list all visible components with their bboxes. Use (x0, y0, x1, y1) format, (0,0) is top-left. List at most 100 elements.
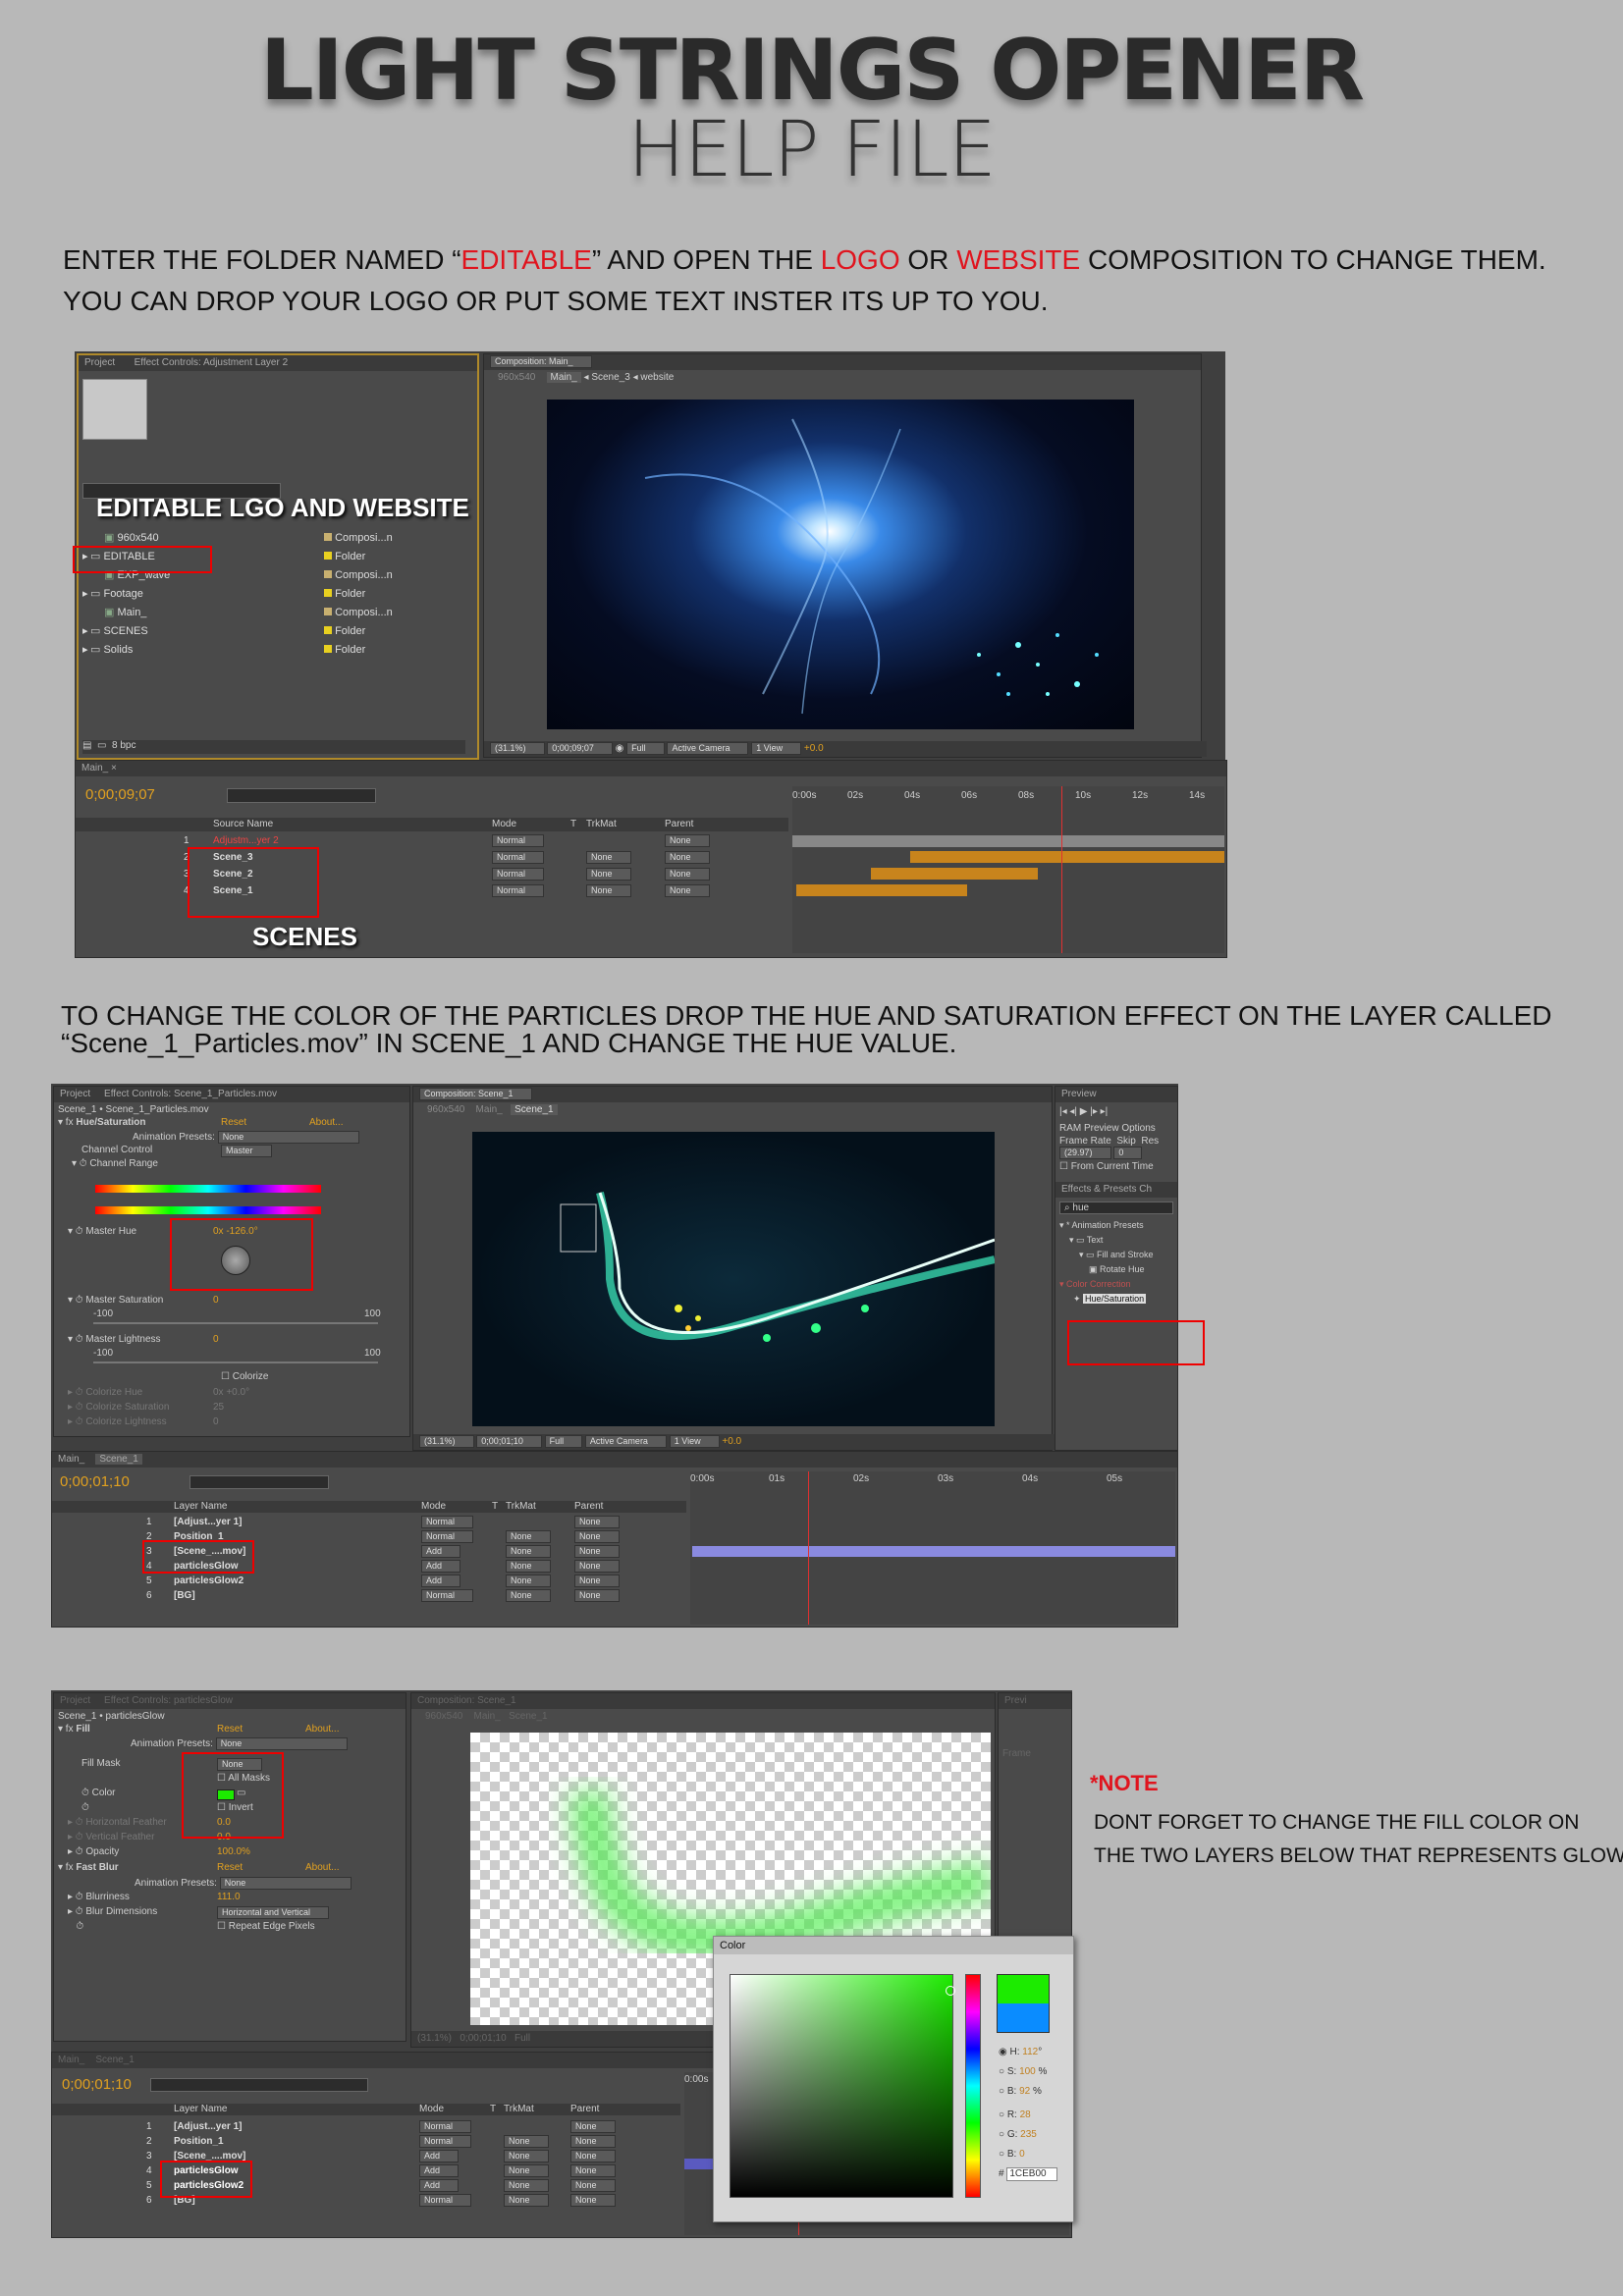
view-layout-dropdown[interactable]: 1 View (669, 1435, 720, 1448)
reset-link[interactable]: Reset (217, 1724, 243, 1735)
light-strings-artwork (644, 418, 1099, 715)
timeline-timecode[interactable]: 0;00;01;10 (62, 2076, 132, 2093)
green-value-row[interactable]: ○ G: 235 (999, 2125, 1057, 2145)
list-item[interactable]: ▣ 960x540 Composi...n (82, 530, 465, 547)
master-saturation-row: ▾ ⏱ Master Saturation 0 (68, 1295, 219, 1306)
tab-effect-controls[interactable]: Effect Controls: Adjustment Layer 2 (135, 357, 289, 368)
timeline-search-input[interactable] (227, 788, 376, 803)
trash-icon[interactable]: ▤ (82, 740, 91, 751)
zoom-dropdown[interactable]: (31.1%) (490, 742, 545, 755)
colorize-checkbox[interactable]: ☐ Colorize (221, 1371, 268, 1382)
zoom-dropdown[interactable]: (31.1%) (417, 2033, 452, 2044)
resolution-dropdown[interactable]: Full (626, 742, 665, 755)
layer-bar[interactable] (871, 868, 1038, 880)
tab-main[interactable]: Main_ (81, 763, 108, 774)
playhead[interactable] (808, 1471, 809, 1625)
layer-bar-selected[interactable] (684, 2159, 714, 2169)
comp-tab-dropdown[interactable]: Composition: Scene_1 (419, 1088, 532, 1100)
red-value-row[interactable]: ○ R: 28 (999, 2106, 1057, 2125)
timeline-tracks[interactable]: 0:00s 01s 02s 03s 04s 05s (690, 1471, 1175, 1625)
timeline-timecode[interactable]: 0;00;09;07 (85, 786, 155, 803)
timeline-panel: Main_ × 0;00;09;07 Source Name Mode T Tr… (75, 760, 1227, 958)
brightness-value-row[interactable]: ○ B: 92 % (999, 2082, 1057, 2102)
effect-breadcrumb: Scene_1 • particlesGlow (58, 1711, 165, 1722)
zoom-dropdown[interactable]: (31.1%) (419, 1435, 474, 1448)
tree-item[interactable]: ▾ * Animation Presets (1059, 1218, 1173, 1233)
camera-dropdown[interactable]: Active Camera (667, 742, 749, 755)
tab-project[interactable]: Project (60, 1089, 90, 1099)
tab-scene-1[interactable]: Scene_1 (95, 2055, 134, 2065)
tree-item-hue-saturation[interactable]: ✦ Hue/Saturation (1059, 1292, 1173, 1307)
comp-tab-dropdown[interactable]: Composition: Scene_1 (417, 1695, 516, 1706)
resolution-dropdown[interactable]: Full (514, 2033, 530, 2044)
saturation-value-row[interactable]: ○ S: 100 % (999, 2062, 1057, 2082)
timeline-search-input[interactable] (150, 2078, 368, 2092)
tab-effects-presets[interactable]: Effects & Presets (1061, 1184, 1137, 1195)
channel-range-bar-top[interactable] (95, 1185, 321, 1193)
list-item[interactable]: ▣ Main_ Composi...n (82, 605, 465, 621)
composition-viewer-image[interactable] (547, 400, 1134, 729)
effect-controls-panel: Project Effect Controls: particlesGlow S… (53, 1692, 406, 2042)
list-item[interactable]: ▸ ▭ Footage Folder (82, 586, 465, 603)
viewer-timecode[interactable]: 0;00;01;10 (460, 2033, 506, 2044)
color-field-cursor[interactable] (946, 1986, 955, 1996)
hex-value-row[interactable]: # 1CEB00 (999, 2164, 1058, 2184)
list-item[interactable]: ▸ ▭ SCENES Folder (82, 623, 465, 640)
camera-icon[interactable]: ◉ (616, 743, 624, 754)
tab-main[interactable]: Main_ (58, 1454, 84, 1465)
blurriness-row: ▸ ⏱ Blurriness 111.0 (68, 1892, 241, 1902)
resolution-dropdown[interactable]: Full (544, 1435, 583, 1448)
repeat-edge-checkbox[interactable]: ☐ Repeat Edge Pixels (217, 1921, 315, 1932)
blue-value-row[interactable]: ○ B: 0 (999, 2145, 1057, 2164)
tab-effect-controls[interactable]: Effect Controls: particlesGlow (104, 1695, 233, 1706)
hue-slider[interactable] (965, 1974, 981, 2198)
hue-value-row[interactable]: ◉ H: 112° (999, 2043, 1057, 2062)
layer-bar-selected[interactable] (692, 1546, 1175, 1557)
folder-icon[interactable]: ▭ (97, 740, 106, 751)
layer-bar[interactable] (796, 884, 967, 896)
timeline-search-input[interactable] (189, 1475, 329, 1489)
about-link[interactable]: About... (305, 1724, 339, 1735)
viewer-timecode[interactable]: 0;00;01;10 (476, 1435, 542, 1448)
about-link[interactable]: About... (309, 1117, 343, 1128)
comp-tab-dropdown[interactable]: Composition: Main_ (490, 355, 592, 368)
tab-effect-controls[interactable]: Effect Controls: Scene_1_Particles.mov (104, 1089, 277, 1099)
tab-preview[interactable]: Preview (1055, 1087, 1177, 1102)
highlight-editable-folder (73, 546, 212, 573)
bpc-label[interactable]: 8 bpc (112, 740, 135, 751)
from-current-time-checkbox[interactable]: ☐ From Current Time (1055, 1159, 1177, 1174)
tab-preview[interactable]: Previ (999, 1693, 1071, 1709)
lightness-slider[interactable] (93, 1362, 378, 1363)
fx-fast-blur-header: ▾ fx Fast Blur Reset About... (58, 1862, 340, 1873)
reset-link[interactable]: Reset (221, 1117, 246, 1128)
viewer-timecode[interactable]: 0;00;09;07 (547, 742, 613, 755)
tab-project[interactable]: Project (84, 357, 115, 368)
exposure-value[interactable]: +0.0 (722, 1436, 741, 1447)
layer-bar[interactable] (910, 851, 1224, 863)
timeline-timecode[interactable]: 0;00;01;10 (60, 1473, 130, 1490)
playhead[interactable] (1061, 786, 1062, 953)
composition-viewer-image[interactable] (472, 1132, 995, 1426)
tab-character[interactable]: Ch (1139, 1184, 1152, 1195)
effects-search-input[interactable]: ⌕ hue (1059, 1201, 1173, 1214)
timeline-tracks[interactable]: 0:00s 02s 04s 06s 08s 10s 12s 14s (792, 786, 1224, 953)
hex-input[interactable]: 1CEB00 (1006, 2167, 1058, 2181)
tree-item[interactable]: ▣ Rotate Hue (1059, 1262, 1173, 1277)
exposure-value[interactable]: +0.0 (804, 743, 824, 754)
layer-bar[interactable] (792, 835, 1224, 847)
overlay-label-scenes: SCENES (252, 922, 357, 951)
tree-item[interactable]: ▾ ▭ Fill and Stroke (1059, 1248, 1173, 1262)
ram-preview-options[interactable]: RAM Preview Options (1055, 1121, 1177, 1136)
tree-item[interactable]: ▾ ▭ Text (1059, 1233, 1173, 1248)
camera-dropdown[interactable]: Active Camera (584, 1435, 667, 1448)
color-field[interactable] (730, 1974, 953, 2198)
channel-range-bar-bottom[interactable] (95, 1206, 321, 1214)
tab-scene-1[interactable]: Scene_1 (95, 1454, 142, 1465)
tab-project[interactable]: Project (60, 1695, 90, 1706)
saturation-slider[interactable] (93, 1322, 378, 1324)
list-item[interactable]: ▸ ▭ Solids Folder (82, 642, 465, 659)
effect-controls-tabs: Project Effect Controls: Scene_1_Particl… (54, 1087, 409, 1102)
tree-item[interactable]: ▾ Color Correction (1059, 1277, 1173, 1292)
view-layout-dropdown[interactable]: 1 View (751, 742, 802, 755)
tab-main[interactable]: Main_ (58, 2055, 84, 2065)
